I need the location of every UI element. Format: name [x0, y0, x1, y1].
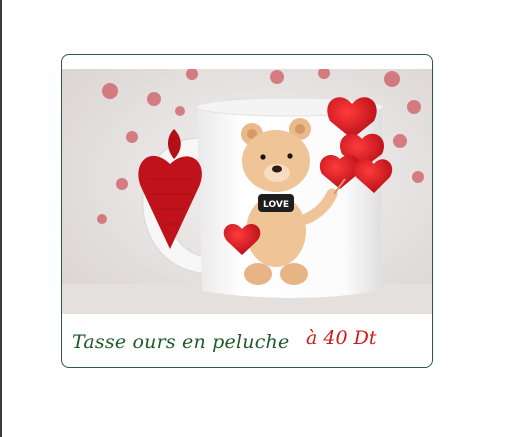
product-photo[interactable]: LOVE — [62, 69, 432, 314]
product-card[interactable]: LOVE Tasse ours en peluche à 40 Dt — [61, 54, 433, 368]
product-name[interactable]: Tasse ours en peluche — [72, 331, 289, 353]
product-price: à 40 Dt — [306, 327, 377, 349]
left-border-line — [0, 0, 2, 437]
mug-illustration: LOVE — [62, 69, 432, 314]
caption-row: Tasse ours en peluche à 40 Dt — [62, 315, 432, 365]
bear-shirt-text: LOVE — [263, 200, 289, 210]
